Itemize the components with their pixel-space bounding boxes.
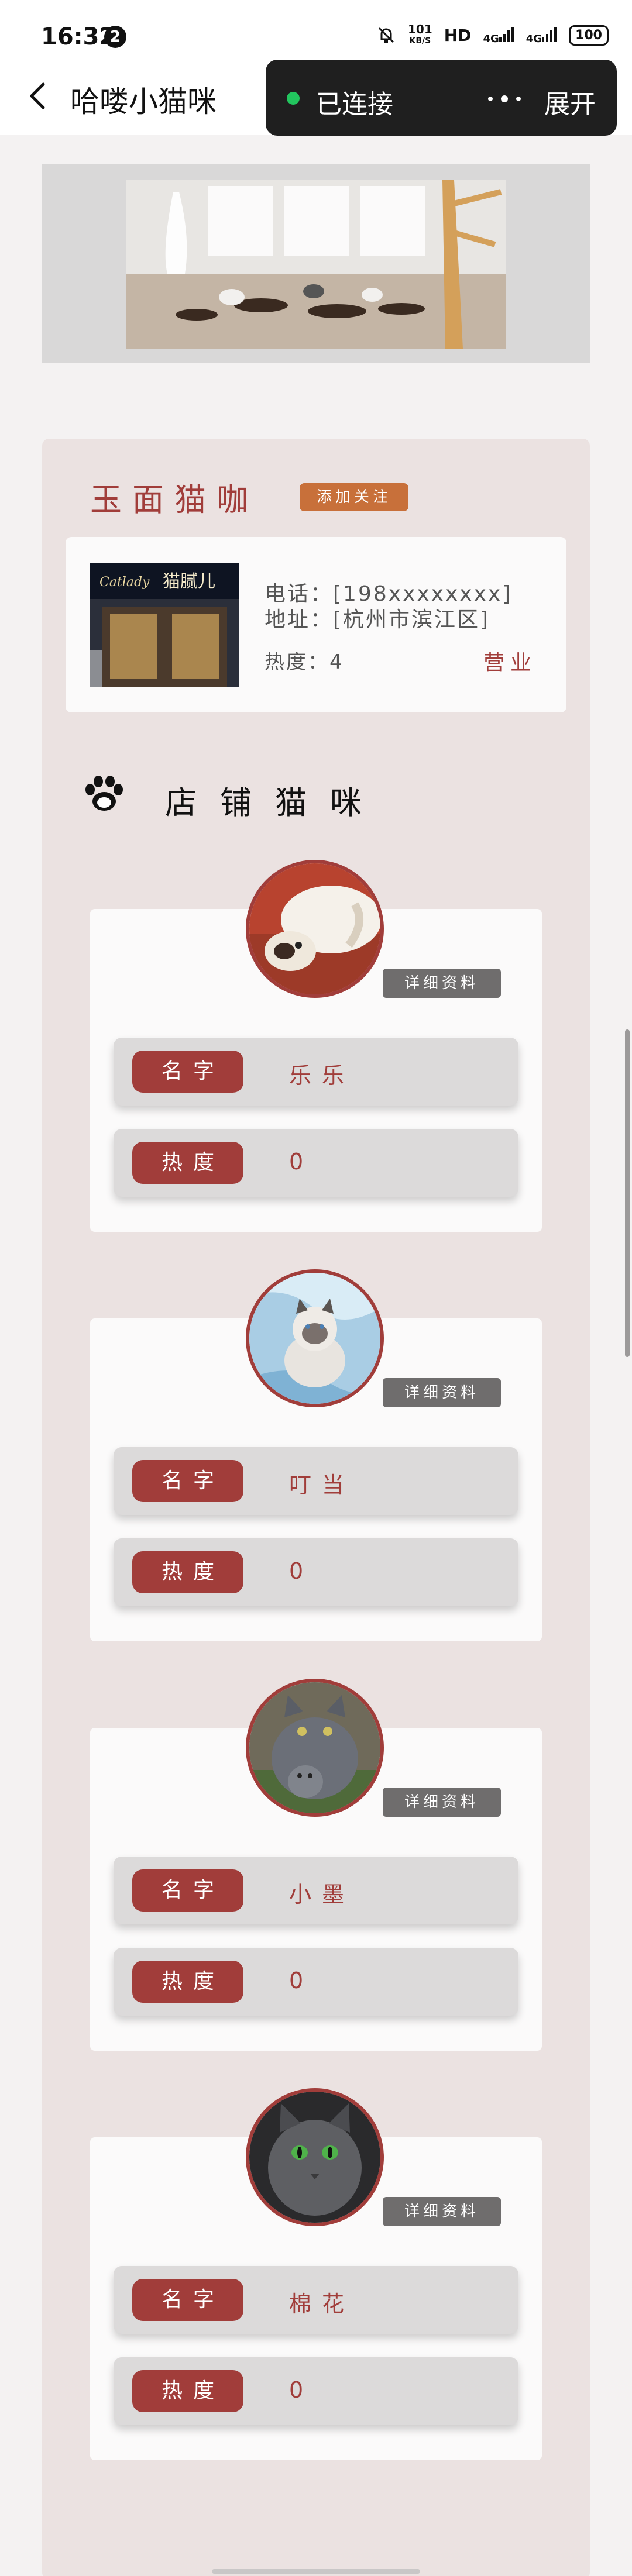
cat-name: 小墨 — [289, 1882, 355, 1907]
cat-photo — [249, 1273, 380, 1404]
cat-name-row: 名字 乐乐 — [114, 1038, 518, 1106]
signal-bars-icon — [499, 26, 514, 42]
cat-avatar[interactable] — [246, 860, 384, 998]
signal-bars-icon — [542, 26, 557, 42]
cat-heat: 0 — [289, 1558, 314, 1584]
cat-name-row: 名字 叮当 — [114, 1447, 518, 1515]
dots-icon — [488, 95, 521, 102]
cat-heat: 0 — [289, 1149, 314, 1175]
heat-label: 热度 — [132, 2370, 243, 2412]
cat-name-row: 名字 小墨 — [114, 1857, 518, 1924]
scrollbar[interactable] — [625, 1029, 630, 1357]
status-icons: 101 KB/S HD 4G 4G 100 — [376, 23, 609, 47]
net-speed-unit: KB/S — [409, 36, 431, 46]
mute-bell-icon — [378, 27, 394, 43]
cat-name: 棉花 — [289, 2291, 355, 2317]
shop-panel: 玉面猫咖 添加关注 Catlady 猫腻儿 电话：[198xxxxxxxx] 地… — [42, 439, 590, 2576]
name-label: 名字 — [132, 1051, 243, 1093]
connection-pill[interactable]: 已连接 展开 — [266, 60, 617, 136]
detail-button[interactable]: 详细资料 — [383, 2197, 501, 2226]
home-indicator[interactable] — [212, 2569, 420, 2574]
cat-photo — [249, 2092, 380, 2223]
signal-4g-1: 4G — [483, 26, 514, 45]
cat-heat: 0 — [289, 1968, 314, 1993]
cat-avatar[interactable] — [246, 2088, 384, 2226]
connected-dot-icon — [287, 92, 300, 105]
cat-avatar[interactable] — [246, 1679, 384, 1817]
heat-label: 热度 — [132, 1961, 243, 2003]
cat-heat-row: 热度 0 — [114, 2357, 518, 2425]
expand-button[interactable]: 展开 — [544, 83, 596, 120]
paw-icon — [85, 776, 123, 811]
detail-button[interactable]: 详细资料 — [383, 1788, 501, 1817]
cat-name: 叮当 — [289, 1472, 355, 1498]
shop-open-status: 营业 — [483, 651, 538, 675]
shop-heat: 热度：4 — [265, 650, 344, 674]
name-label: 名字 — [132, 1460, 243, 1502]
shop-name: 玉面猫咖 — [90, 481, 259, 518]
follow-button[interactable]: 添加关注 — [300, 483, 408, 511]
detail-button[interactable]: 详细资料 — [383, 1378, 501, 1407]
svg-text:Catlady: Catlady — [99, 575, 150, 590]
battery-indicator: 100 — [569, 25, 609, 46]
shop-storefront-image: Catlady 猫腻儿 — [90, 563, 239, 687]
net-speed: 101 KB/S — [408, 23, 432, 47]
cat-heat-row: 热度 0 — [114, 1948, 518, 2016]
signal-4g-1-label: 4G — [483, 32, 499, 45]
cat-name-row: 名字 棉花 — [114, 2266, 518, 2334]
svg-text:猫腻儿: 猫腻儿 — [163, 571, 215, 592]
cat-heat-row: 热度 0 — [114, 1129, 518, 1197]
cat-photo — [249, 863, 380, 994]
shop-info-card[interactable]: Catlady 猫腻儿 电话：[198xxxxxxxx] 地址：[杭州市滨江区]… — [66, 537, 566, 712]
net-speed-value: 101 — [408, 22, 432, 36]
signal-4g-2: 4G — [526, 26, 557, 45]
hd-label: HD — [444, 25, 472, 45]
cat-name: 乐乐 — [289, 1063, 355, 1089]
connection-status: 已连接 — [316, 89, 393, 119]
cat-heat: 0 — [289, 2377, 314, 2403]
cat-cafe-banner-image — [126, 180, 506, 349]
name-label: 名字 — [132, 1869, 243, 1912]
signal-4g-2-label: 4G — [525, 32, 542, 45]
detail-button[interactable]: 详细资料 — [383, 969, 501, 998]
page-title: 哈喽小猫咪 — [70, 85, 217, 119]
shop-address: 地址：[杭州市滨江区] — [265, 608, 490, 632]
notification-count-badge: 2 — [104, 26, 126, 48]
heat-label: 热度 — [132, 1142, 243, 1184]
back-arrow-icon[interactable] — [21, 78, 54, 113]
cat-avatar[interactable] — [246, 1269, 384, 1407]
cat-photo — [249, 1682, 380, 1813]
banner — [42, 164, 590, 363]
cat-heat-row: 热度 0 — [114, 1538, 518, 1606]
heat-label: 热度 — [132, 1551, 243, 1593]
section-title: 店铺猫咪 — [165, 784, 385, 821]
name-label: 名字 — [132, 2279, 243, 2321]
